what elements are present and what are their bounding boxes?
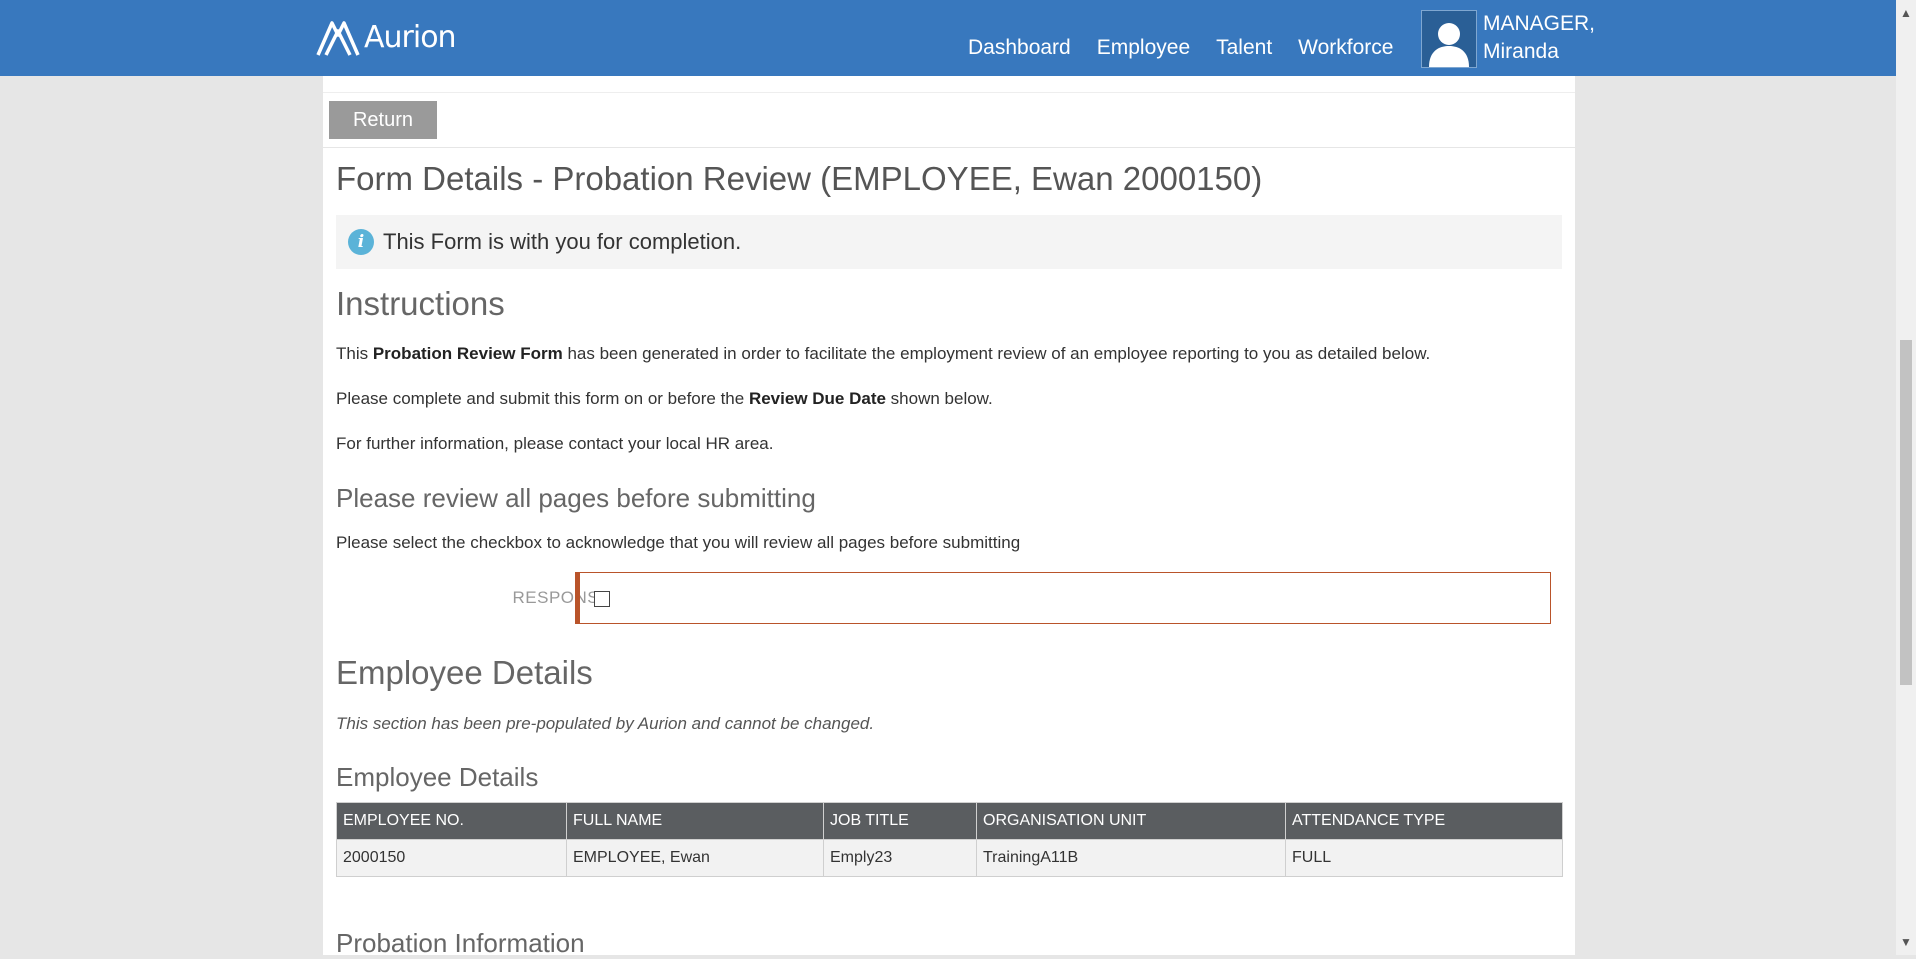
page-scrollbar[interactable]: ▲ ▼ — [1896, 0, 1916, 955]
nav-workforce[interactable]: Workforce — [1298, 36, 1393, 60]
organisation-unit-cell: TrainingA11B — [976, 839, 1286, 877]
column-header: JOB TITLE — [823, 802, 977, 840]
nav-talent[interactable]: Talent — [1216, 36, 1272, 60]
user-avatar-icon — [1429, 23, 1469, 67]
main-nav: Dashboard Employee Talent Workforce — [968, 36, 1393, 60]
top-navigation-bar: Aurion Dashboard Employee Talent Workfor… — [0, 0, 1916, 76]
nav-employee[interactable]: Employee — [1097, 36, 1190, 60]
employee-details-table: EMPLOYEE NO. FULL NAME JOB TITLE ORGANIS… — [336, 802, 1563, 877]
instructions-paragraph-3: For further information, please contact … — [336, 434, 774, 453]
avatar[interactable] — [1421, 10, 1477, 68]
employee-details-subheading: Employee Details — [336, 762, 539, 792]
text-segment: This — [336, 344, 373, 363]
aurion-logo-icon — [316, 21, 360, 56]
info-icon: i — [348, 229, 374, 255]
text-segment: shown below. — [885, 389, 993, 408]
info-message-text: This Form is with you for completion. — [383, 229, 742, 254]
scroll-down-arrow-icon[interactable]: ▼ — [1896, 933, 1916, 951]
due-date-emphasis: Review Due Date — [748, 389, 886, 408]
employee-details-note: This section has been pre-populated by A… — [336, 714, 875, 733]
aurion-logo[interactable]: Aurion — [316, 14, 457, 60]
user-name-line1: MANAGER, — [1483, 12, 1596, 35]
text-segment: has been generated in order to facilitat… — [562, 344, 1431, 363]
table-row: 2000150 EMPLOYEE, Ewan Emply23 TrainingA… — [336, 839, 1563, 877]
review-heading: Please review all pages before submittin… — [336, 483, 816, 513]
column-header: ORGANISATION UNIT — [976, 802, 1286, 840]
return-button[interactable]: Return — [329, 101, 437, 139]
instructions-paragraph-1: This Probation Review Form has been gene… — [336, 344, 1430, 364]
instructions-paragraph-2: Please complete and submit this form on … — [336, 389, 993, 409]
form-name-emphasis: Probation Review Form — [372, 344, 563, 363]
form-panel: Return Form Details - Probation Review (… — [323, 76, 1575, 958]
text-segment: Please complete and submit this form on … — [336, 389, 749, 408]
instructions-heading: Instructions — [336, 285, 505, 322]
nav-dashboard[interactable]: Dashboard — [968, 36, 1071, 60]
scroll-thumb[interactable] — [1900, 340, 1912, 685]
review-description: Please select the checkbox to acknowledg… — [336, 533, 1021, 552]
full-name-cell: EMPLOYEE, Ewan — [566, 839, 824, 877]
form-toolbar: Return — [323, 92, 1575, 148]
employee-number-cell: 2000150 — [336, 839, 567, 877]
user-menu[interactable]: MANAGER, Miranda — [1421, 10, 1595, 68]
page-title: Form Details - Probation Review (EMPLOYE… — [336, 160, 1263, 197]
employee-details-heading: Employee Details — [336, 654, 593, 691]
info-message: i This Form is with you for completion. — [336, 215, 1562, 269]
column-header: ATTENDANCE TYPE — [1285, 802, 1563, 840]
acknowledge-checkbox[interactable] — [594, 591, 610, 607]
scroll-up-arrow-icon[interactable]: ▲ — [1896, 4, 1916, 22]
user-name[interactable]: MANAGER, Miranda — [1483, 10, 1595, 66]
job-title-cell: Emply23 — [823, 839, 977, 877]
brand-name: Aurion — [364, 19, 457, 55]
attendance-type-cell: FULL — [1285, 839, 1563, 877]
user-name-line2: Miranda — [1483, 40, 1559, 63]
response-field[interactable] — [575, 572, 1551, 624]
probation-information-heading: Probation Information — [336, 928, 585, 958]
column-header: EMPLOYEE NO. — [336, 802, 567, 840]
column-header: FULL NAME — [566, 802, 824, 840]
table-header-row: EMPLOYEE NO. FULL NAME JOB TITLE ORGANIS… — [336, 802, 1563, 840]
